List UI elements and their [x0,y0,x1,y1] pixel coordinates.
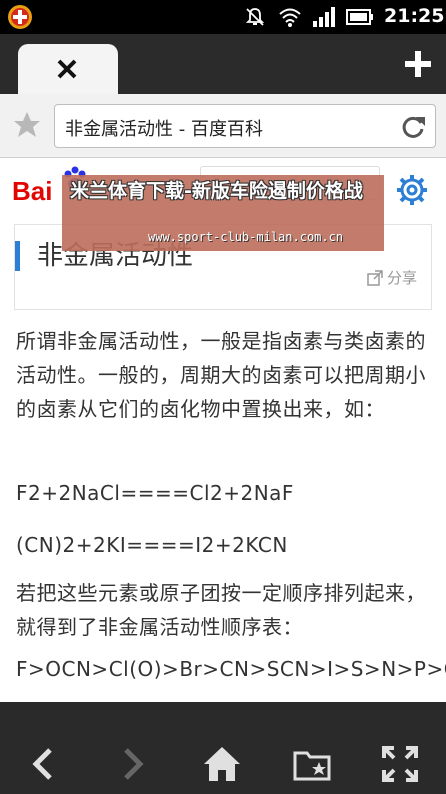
title-accent-bar [15,241,20,271]
status-bar: 21:25 [0,0,446,34]
url-field[interactable]: 非金属活动性 - 百度百科 [54,104,436,148]
status-clock: 21:25 [384,5,445,27]
page-title: 非金属活动性 - 百度百科 [65,119,263,140]
close-icon[interactable] [52,54,82,84]
forward-icon[interactable] [112,744,152,784]
mute-icon [245,8,265,26]
article-paragraph: F2+2NaCl====Cl2+2NaF [16,481,294,505]
share-icon [367,270,383,286]
bottom-toolbar [0,702,446,794]
fullscreen-icon[interactable] [380,744,420,784]
share-button[interactable]: 分享 [367,267,417,288]
app-notification-icon [8,5,32,29]
battery-icon [346,9,373,25]
address-bar: 非金属活动性 - 百度百科 [0,94,446,158]
bookmark-star-icon[interactable] [12,110,42,140]
plus-icon[interactable] [402,48,434,80]
watermark-banner: 米兰体育下载-新版车险遏制价格战 www.sport-club-milan.co… [62,175,384,251]
watermark-title: 米兰体育下载-新版车险遏制价格战 [70,180,363,202]
gear-icon[interactable] [396,174,428,206]
baidu-logo[interactable]: Bai [12,176,52,207]
reload-icon[interactable] [399,113,427,141]
back-icon[interactable] [24,744,64,784]
article-paragraph: 所谓非金属活动性，一般是指卤素与类卤素的活动性。一般的，周期大的卤素可以把周期小… [16,329,426,421]
tab-bar [0,34,446,94]
browser-tab[interactable] [18,44,118,94]
article-paragraph: 若把这些元素或原子团按一定顺序排列起来，就得到了非金属活动性顺序表： [16,581,426,639]
bookmarks-folder-icon[interactable] [292,744,332,784]
home-icon[interactable] [202,744,242,784]
watermark-url: www.sport-club-milan.com.cn [148,230,344,244]
article-paragraph: (CN)2+2KI====I2+2KCN [16,533,288,557]
article-paragraph: F>OCN>Cl(O)>Br>CN>SCN>I>S>N>P>C>Si>H [16,657,446,681]
share-label: 分享 [386,269,417,287]
signal-icon [313,7,335,27]
wifi-icon [279,8,301,27]
